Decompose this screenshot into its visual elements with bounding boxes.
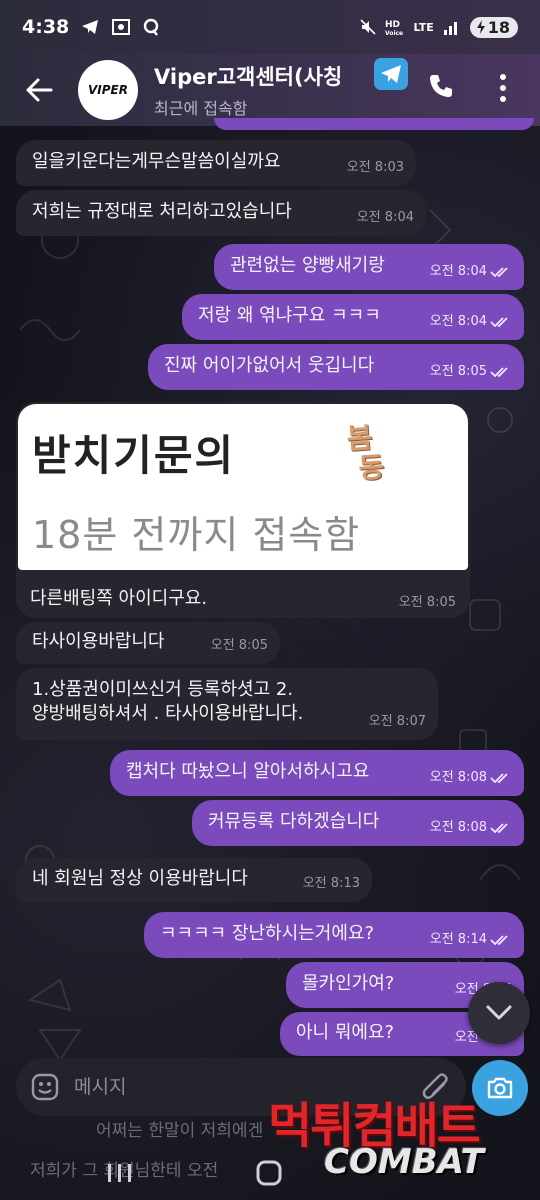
message-bubble[interactable]: 진짜 어이가없어서 웃깁니다 오전 8:05: [148, 344, 524, 390]
message-text-line2: 양방배팅하셔서 . 타사이용바랍니다.: [32, 703, 304, 724]
message-bubble[interactable]: 타사이용바랍니다 오전 8:05: [16, 622, 280, 664]
message-text: 1.상품권이미쓰신거 등록하셧고 2.: [32, 679, 294, 700]
message-bubble[interactable]: 관련없는 양빵새기랑 오전 8:04: [214, 244, 524, 290]
signal-icon: [443, 22, 457, 35]
emoji-button[interactable]: [16, 1058, 74, 1116]
more-options-button[interactable]: [486, 68, 520, 108]
message-bubble[interactable]: 저랑 왜 엮냐구요 ㅋㅋㅋ 오전 8:04: [182, 294, 524, 340]
message-time: 오전 8:13: [302, 876, 360, 891]
battery-level: 18: [487, 17, 510, 37]
message-time: 오전 8:07: [368, 714, 426, 729]
image-text-title: 받치기문의: [32, 431, 236, 480]
more-vertical-icon: [500, 74, 506, 102]
image-text-status: 18분 전까지 접속함: [32, 513, 361, 557]
chat-header: VIPER Viper고객센터(사칭 최근에 접속함: [0, 54, 540, 126]
message-time: 오전 8:04: [429, 264, 487, 279]
message-bubble[interactable]: 네 회원님 정상 이용바랍니다 오전 8:13: [16, 858, 372, 902]
message-time: 오전 8:04: [356, 210, 414, 225]
message-time: 오전 8:08: [429, 820, 487, 835]
avatar-logo: VIPER: [88, 83, 128, 97]
svg-text:HD: HD: [385, 20, 400, 30]
message-text: 저희는 규정대로 처리하고있습니다: [32, 201, 292, 222]
double-check-icon: [490, 773, 508, 784]
q-app-icon: [144, 18, 159, 36]
message-time: 오전 8:08: [429, 770, 487, 785]
message-time: 오전 8:03: [346, 160, 404, 175]
hd-voice-icon: HDVoice: [385, 20, 403, 36]
recents-icon[interactable]: [100, 1156, 140, 1190]
telegram-badge-icon: [374, 58, 408, 90]
message-bubble[interactable]: ㅋㅋㅋㅋ 장난하시는거에요? 오전 8:14: [144, 912, 524, 958]
message-time: 오전 8:05: [210, 638, 268, 653]
screenshot-image[interactable]: 받치기문의 봄 동 18분 전까지 접속함: [18, 404, 468, 570]
ghost-text-line: 어쩌는 한말이 저희에겐: [96, 1121, 264, 1141]
battery-bolt-icon: [476, 20, 485, 34]
message-bubble[interactable]: 일을키운다는게무슨말씀이실까요 오전 8:03: [16, 140, 416, 186]
image-caption: 다른배팅쪽 아이디구요.: [30, 588, 208, 609]
chat-title: Viper고객센터(사칭: [154, 65, 343, 89]
status-bar: 4:38 HD Voice LTE 18: [0, 0, 540, 54]
scroll-down-button[interactable]: [468, 982, 530, 1044]
avatar[interactable]: VIPER: [78, 60, 138, 120]
message-bubble[interactable]: 커뮤등록 다하겠습니다 오전 8:08: [192, 800, 524, 846]
sticker-icon: [31, 1073, 59, 1101]
last-seen-status: 최근에 접속함: [154, 99, 248, 118]
message-bubble[interactable]: 저희는 규정대로 처리하고있습니다 오전 8:04: [16, 190, 426, 236]
battery-indicator: 18: [469, 16, 518, 38]
message-text: 일을키운다는게무슨말씀이실까요: [32, 151, 281, 172]
stamp-graphic: 봄 동: [345, 421, 386, 486]
chat-title-block[interactable]: Viper고객센터(사칭 최근에 접속함: [154, 61, 384, 119]
call-button[interactable]: [424, 68, 458, 104]
watermark-subtitle: COMBAT: [324, 1142, 484, 1182]
double-check-icon: [490, 317, 508, 328]
telegram-notify-icon: [82, 20, 99, 34]
previous-message-edge: [214, 118, 534, 130]
watermark-logo: 먹튀컴배트 COMBAT: [268, 1086, 522, 1190]
network-type: LTE: [413, 20, 434, 34]
message-time: 오전 8:05: [429, 364, 487, 379]
double-check-icon: [490, 267, 508, 278]
message-time: 오전 8:04: [429, 314, 487, 329]
double-check-icon: [490, 823, 508, 834]
phone-icon: [430, 75, 452, 97]
double-check-icon: [490, 367, 508, 378]
message-bubble[interactable]: 캡처다 따놨으니 알아서하시고요 오전 8:08: [110, 750, 524, 796]
message-time: 오전 8:14: [429, 932, 487, 947]
arrow-left-icon: [26, 78, 53, 102]
chevron-down-icon: [486, 1005, 512, 1020]
double-check-icon: [490, 935, 508, 946]
screen-capture-icon: [112, 19, 131, 35]
status-time: 4:38: [22, 16, 70, 38]
back-button[interactable]: [0, 54, 78, 126]
mute-icon: [359, 19, 376, 35]
message-bubble[interactable]: 1.상품권이미쓰신거 등록하셧고 2. 양방배팅하셔서 . 타사이용바랍니다. …: [16, 668, 438, 740]
message-time: 오전 8:05: [398, 595, 456, 610]
image-message[interactable]: 받치기문의 봄 동 18분 전까지 접속함 다른배팅쪽 아이디구요. 오전 8:…: [16, 402, 470, 618]
svg-text:Voice: Voice: [385, 30, 403, 36]
